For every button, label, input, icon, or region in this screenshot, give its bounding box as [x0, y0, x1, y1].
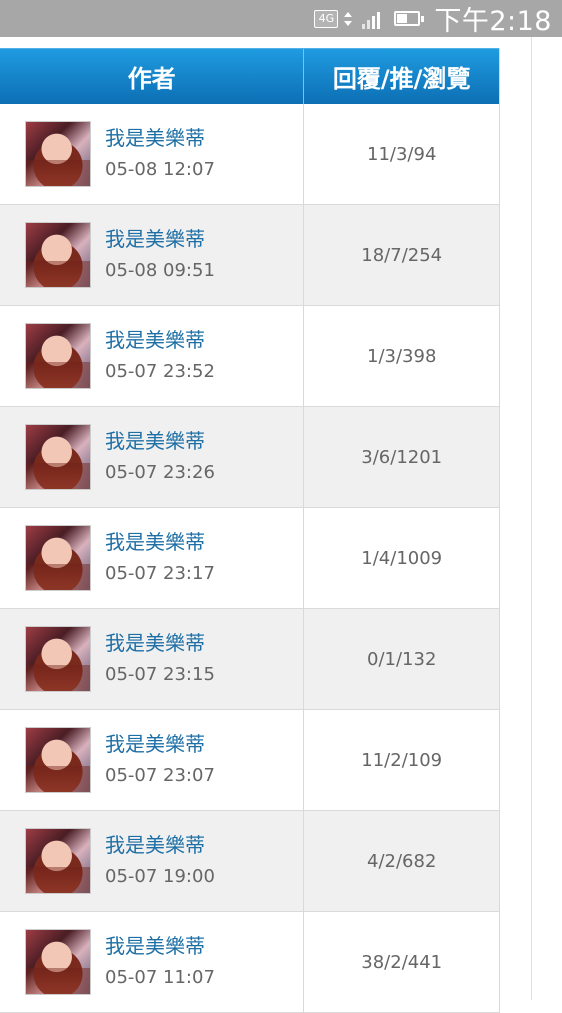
table-row[interactable]: 我是美樂蒂 05-07 11:07 38/2/441 [0, 912, 499, 1013]
author-name-link[interactable]: 我是美樂蒂 [105, 428, 215, 454]
author-cell: 我是美樂蒂 05-08 09:51 [0, 205, 305, 305]
author-name-link[interactable]: 我是美樂蒂 [105, 630, 215, 656]
thread-table: 作者 回覆/推/瀏覽 我是美樂蒂 05-08 12:07 11/3/94 我是美… [0, 48, 500, 1013]
table-row[interactable]: 我是美樂蒂 05-07 23:26 3/6/1201 [0, 407, 499, 508]
table-row[interactable]: 我是美樂蒂 05-07 19:00 4/2/682 [0, 811, 499, 912]
author-text: 我是美樂蒂 05-07 23:07 [105, 731, 215, 789]
status-time: 下午2:18 [434, 6, 552, 37]
author-cell: 我是美樂蒂 05-07 23:07 [0, 710, 305, 810]
post-time: 05-07 23:17 [105, 563, 215, 584]
table-row[interactable]: 我是美樂蒂 05-07 23:15 0/1/132 [0, 609, 499, 710]
stats-cell: 18/7/254 [361, 244, 443, 266]
author-cell: 我是美樂蒂 05-07 23:26 [0, 407, 305, 507]
author-cell: 我是美樂蒂 05-07 11:07 [0, 912, 305, 1012]
header-stats: 回覆/推/瀏覽 [332, 65, 471, 93]
stats-cell: 3/6/1201 [361, 446, 443, 468]
author-text: 我是美樂蒂 05-07 19:00 [105, 832, 215, 890]
table-row[interactable]: 我是美樂蒂 05-07 23:07 11/2/109 [0, 710, 499, 811]
author-name-link[interactable]: 我是美樂蒂 [105, 529, 215, 555]
network-4g-icon: 4G [314, 9, 339, 28]
author-name-link[interactable]: 我是美樂蒂 [105, 832, 215, 858]
post-time: 05-07 19:00 [105, 866, 215, 887]
author-text: 我是美樂蒂 05-07 23:52 [105, 327, 215, 385]
stats-cell: 4/2/682 [367, 850, 437, 872]
post-time: 05-07 23:15 [105, 664, 215, 685]
data-arrows-icon [344, 10, 353, 28]
stats-cell: 1/3/398 [367, 345, 437, 367]
post-time: 05-07 23:07 [105, 765, 215, 786]
author-cell: 我是美樂蒂 05-08 12:07 [0, 104, 305, 204]
stats-cell: 11/2/109 [361, 749, 443, 771]
avatar[interactable] [25, 121, 91, 187]
table-body: 我是美樂蒂 05-08 12:07 11/3/94 我是美樂蒂 05-08 09… [0, 104, 499, 1013]
author-text: 我是美樂蒂 05-07 23:17 [105, 529, 215, 587]
table-header: 作者 回覆/推/瀏覽 [0, 48, 499, 104]
post-time: 05-08 09:51 [105, 260, 215, 281]
author-cell: 我是美樂蒂 05-07 23:52 [0, 306, 305, 406]
table-row[interactable]: 我是美樂蒂 05-08 09:51 18/7/254 [0, 205, 499, 306]
author-cell: 我是美樂蒂 05-07 23:17 [0, 508, 305, 608]
author-name-link[interactable]: 我是美樂蒂 [105, 933, 215, 959]
author-name-link[interactable]: 我是美樂蒂 [105, 226, 215, 252]
battery-icon [394, 11, 425, 26]
header-author: 作者 [0, 49, 305, 104]
post-time: 05-07 11:07 [105, 967, 215, 988]
signal-icon [362, 9, 381, 29]
table-row[interactable]: 我是美樂蒂 05-07 23:52 1/3/398 [0, 306, 499, 407]
table-row[interactable]: 我是美樂蒂 05-07 23:17 1/4/1009 [0, 508, 499, 609]
author-text: 我是美樂蒂 05-07 11:07 [105, 933, 215, 991]
post-time: 05-07 23:26 [105, 462, 215, 483]
author-text: 我是美樂蒂 05-08 09:51 [105, 226, 215, 284]
author-name-link[interactable]: 我是美樂蒂 [105, 327, 215, 353]
author-text: 我是美樂蒂 05-08 12:07 [105, 125, 215, 183]
author-text: 我是美樂蒂 05-07 23:26 [105, 428, 215, 486]
post-time: 05-07 23:52 [105, 361, 215, 382]
stats-cell: 0/1/132 [367, 648, 437, 670]
author-text: 我是美樂蒂 05-07 23:15 [105, 630, 215, 688]
avatar[interactable] [25, 222, 91, 288]
author-name-link[interactable]: 我是美樂蒂 [105, 125, 215, 151]
avatar[interactable] [25, 828, 91, 894]
stats-cell: 1/4/1009 [361, 547, 443, 569]
right-gutter [531, 37, 562, 1000]
avatar[interactable] [25, 727, 91, 793]
author-cell: 我是美樂蒂 05-07 23:15 [0, 609, 305, 709]
author-cell: 我是美樂蒂 05-07 19:00 [0, 811, 305, 911]
table-row[interactable]: 我是美樂蒂 05-08 12:07 11/3/94 [0, 104, 499, 205]
stats-cell: 11/3/94 [367, 143, 437, 165]
stats-cell: 38/2/441 [361, 951, 443, 973]
avatar[interactable] [25, 424, 91, 490]
avatar[interactable] [25, 626, 91, 692]
avatar[interactable] [25, 929, 91, 995]
avatar[interactable] [25, 323, 91, 389]
avatar[interactable] [25, 525, 91, 591]
status-bar: 4G 下午2:18 [0, 0, 562, 37]
author-name-link[interactable]: 我是美樂蒂 [105, 731, 215, 757]
post-time: 05-08 12:07 [105, 159, 215, 180]
status-right-group: 4G 下午2:18 [314, 0, 552, 37]
